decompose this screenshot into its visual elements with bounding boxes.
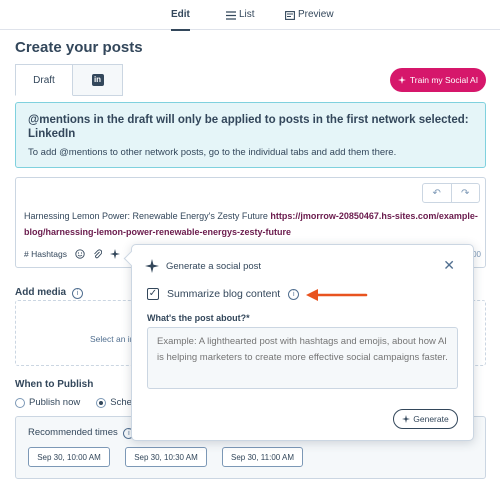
active-tab-underline [171, 29, 190, 31]
when-to-publish-heading: When to Publish [15, 379, 94, 390]
tab-draft[interactable]: Draft [15, 64, 73, 96]
sparkle-icon [397, 76, 406, 84]
linkedin-icon: in [91, 74, 104, 86]
generate-button[interactable]: Generate [393, 409, 458, 429]
ai-sparkle-icon[interactable] [110, 249, 120, 259]
time-option[interactable]: Sep 30, 11:00 AM [222, 447, 303, 467]
add-media-label: Add media [15, 287, 67, 298]
tab-draft-label: Draft [33, 74, 55, 86]
tab-linkedin[interactable]: in [73, 64, 123, 96]
tab-edit-label: Edit [171, 9, 190, 20]
preview-icon [285, 10, 295, 20]
network-tabs: Draft in [15, 64, 123, 96]
publish-options: Publish now Sched [15, 397, 137, 408]
recommended-times-heading: Recommended times i [28, 427, 135, 439]
hashtags-button[interactable]: # Hashtags [24, 249, 67, 259]
tab-edit[interactable]: Edit [171, 0, 190, 31]
callout-arrow-icon [306, 289, 368, 301]
top-tab-bar: Edit List Preview [0, 0, 500, 31]
summarize-label: Summarize blog content [167, 288, 281, 300]
generate-label: Generate [413, 414, 449, 424]
alert-title: @mentions in the draft will only be appl… [28, 114, 469, 140]
mentions-alert: @mentions in the draft will only be appl… [15, 102, 486, 168]
summarize-row: ✓ Summarize blog content i [147, 288, 300, 300]
popover-title: Generate a social post [166, 260, 262, 272]
alert-body: To add @mentions to other network posts,… [28, 147, 397, 158]
train-social-ai-button[interactable]: Train my Social AI [390, 68, 486, 92]
tab-preview-label: Preview [298, 9, 334, 20]
add-media-heading: Add media i [15, 287, 83, 299]
attachment-icon[interactable] [93, 249, 102, 259]
undo-redo-group: ↶ ↷ [422, 183, 480, 203]
info-icon[interactable]: i [288, 288, 300, 300]
train-social-ai-label: Train my Social AI [409, 75, 479, 85]
undo-icon[interactable]: ↶ [423, 184, 451, 202]
media-hint: Select an im [90, 334, 137, 344]
tab-preview[interactable]: Preview [285, 0, 334, 30]
list-icon [226, 10, 236, 20]
popover-header: Generate a social post [145, 259, 261, 273]
post-about-label: What's the post about?* [147, 313, 250, 323]
sparkle-icon [402, 415, 411, 423]
tab-list[interactable]: List [226, 0, 255, 30]
publish-now-radio[interactable] [15, 397, 25, 408]
page-title: Create your posts [15, 39, 143, 56]
editor-toolbar: # Hashtags [24, 249, 120, 259]
info-icon[interactable]: i [71, 288, 83, 299]
time-option[interactable]: Sep 30, 10:30 AM [125, 447, 207, 467]
generate-post-popover: Generate a social post ✕ ✓ Summarize blo… [123, 244, 474, 441]
post-body-text: Harnessing Lemon Power: Renewable Energy… [24, 211, 271, 221]
redo-icon[interactable]: ↷ [450, 184, 480, 202]
publish-now-label: Publish now [29, 397, 81, 408]
summarize-checkbox[interactable]: ✓ [147, 288, 159, 300]
emoji-icon[interactable] [75, 249, 85, 259]
post-about-input[interactable] [147, 327, 458, 389]
tab-list-label: List [239, 9, 255, 20]
time-option[interactable]: Sep 30, 10:00 AM [28, 447, 110, 467]
schedule-radio[interactable] [96, 397, 107, 408]
post-text[interactable]: Harnessing Lemon Power: Renewable Energy… [24, 208, 479, 240]
sparkle-icon [145, 259, 159, 273]
close-icon[interactable]: ✕ [443, 258, 455, 272]
recommended-times-label: Recommended times [28, 427, 118, 438]
